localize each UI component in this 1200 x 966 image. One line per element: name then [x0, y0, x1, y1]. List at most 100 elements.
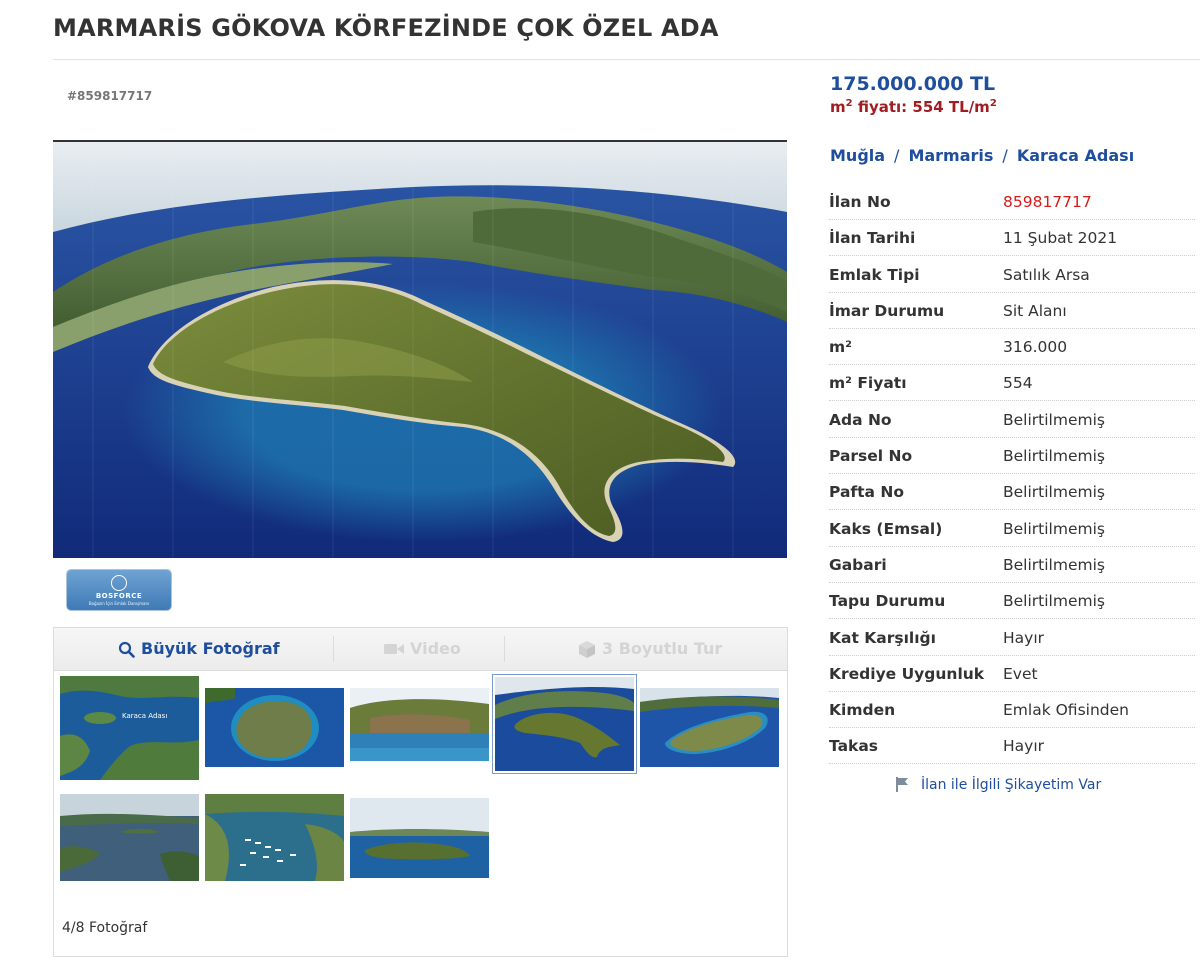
detail-label: Kat Karşılığı — [829, 628, 936, 647]
tab-video: Video — [384, 628, 461, 670]
gallery-tabs: Büyük Fotoğraf Video 3 Boyutlu Tur — [54, 628, 787, 671]
gallery-thumbnail[interactable]: Karaca Adası — [60, 676, 199, 780]
agency-logo[interactable]: BOSFORCE Boğazın İçin Emlak Danışmanı — [67, 570, 171, 610]
detail-value: Belirtilmemiş — [1003, 592, 1105, 611]
photo-counter: 4/8 Fotoğraf — [62, 920, 148, 936]
main-photo[interactable] — [53, 140, 787, 558]
detail-row: Takas Hayır — [829, 729, 1195, 765]
thumbnail-coast-photo — [350, 688, 489, 761]
detail-row: İlan No 859817717 — [829, 185, 1195, 220]
detail-value: Belirtilmemiş — [1003, 410, 1105, 429]
tab-large-photo-label: Büyük Fotoğraf — [141, 639, 280, 658]
agency-logo-mark — [111, 575, 127, 591]
detail-row: Kat Karşılığı Hayır — [829, 621, 1195, 656]
complaint-link-label: İlan ile İlgili Şikayetim Var — [921, 776, 1102, 793]
gallery-thumbnail-selected[interactable] — [492, 674, 637, 774]
tab-large-photo[interactable]: Büyük Fotoğraf — [118, 628, 280, 670]
unit-price-prefix: m — [830, 98, 846, 116]
tab-3d-tour-label: 3 Boyutlu Tur — [602, 639, 723, 658]
detail-row: Ada No Belirtilmemiş — [829, 403, 1195, 438]
detail-label: m² — [829, 338, 852, 357]
detail-row: Krediye Uygunluk Evet — [829, 657, 1195, 692]
gallery-thumbnail[interactable] — [640, 688, 779, 767]
detail-label: İlan Tarihi — [829, 229, 916, 248]
detail-value: 11 Şubat 2021 — [1003, 229, 1118, 248]
thumbnail-aerial-photo — [495, 677, 634, 771]
detail-label: Gabari — [829, 555, 887, 574]
tab-3d-tour: 3 Boyutlu Tur — [578, 628, 722, 670]
page-title: MARMARİS GÖKOVA KÖRFEZİNDE ÇOK ÖZEL ADA — [53, 14, 719, 42]
unit-price-sup2: 2 — [989, 98, 997, 109]
detail-label: Emlak Tipi — [829, 265, 920, 284]
gallery-thumbnail[interactable] — [205, 688, 344, 767]
detail-label: Pafta No — [829, 483, 905, 502]
detail-value: Sit Alanı — [1003, 301, 1067, 320]
video-camera-icon — [384, 644, 404, 654]
detail-label: İlan No — [829, 193, 891, 211]
thumbnail-island-photo — [640, 688, 779, 767]
detail-label: Kimden — [829, 701, 896, 720]
detail-value: 859817717 — [1003, 193, 1092, 211]
flag-icon — [896, 777, 908, 792]
gallery-thumbnail[interactable] — [350, 798, 489, 878]
thumbnail-marina-photo — [205, 794, 344, 881]
breadcrumb-district[interactable]: Marmaris — [908, 146, 993, 165]
detail-row: Tapu Durumu Belirtilmemiş — [829, 584, 1195, 620]
detail-label: Takas — [829, 737, 879, 756]
thumbnail-map-label: Karaca Adası — [122, 712, 167, 720]
detail-value: Belirtilmemiş — [1003, 447, 1105, 466]
thumbnail-bay-photo — [60, 794, 199, 881]
agency-logo-name: BOSFORCE — [95, 592, 143, 600]
magnifier-icon — [118, 641, 135, 658]
detail-label: Parsel No — [829, 447, 913, 466]
unit-price-sup: 2 — [845, 98, 853, 109]
thumbnail-top-view-photo — [205, 688, 344, 767]
detail-label: Tapu Durumu — [829, 592, 946, 611]
agency-logo-slogan: Boğazın İçin Emlak Danışmanı — [88, 601, 150, 606]
tab-video-label: Video — [410, 639, 461, 658]
detail-row: Kimden Emlak Ofisinden — [829, 693, 1195, 729]
detail-row: İmar Durumu Sit Alanı — [829, 294, 1195, 329]
detail-row: Gabari Belirtilmemiş — [829, 548, 1195, 583]
breadcrumb-separator: / — [894, 146, 900, 165]
detail-value: Satılık Arsa — [1003, 265, 1090, 284]
detail-row: Kaks (Emsal) Belirtilmemiş — [829, 512, 1195, 547]
complaint-link[interactable]: İlan ile İlgili Şikayetim Var — [895, 776, 1101, 793]
detail-value: Emlak Ofisinden — [1003, 701, 1129, 720]
detail-row: m² 316.000 — [829, 330, 1195, 366]
gallery-thumbnail[interactable] — [60, 794, 199, 881]
detail-row: Emlak Tipi Satılık Arsa — [829, 258, 1195, 293]
detail-value: Belirtilmemiş — [1003, 483, 1105, 502]
detail-label: m² Fiyatı — [829, 374, 907, 393]
detail-value: 316.000 — [1003, 338, 1068, 357]
detail-row: m² Fiyatı 554 — [829, 366, 1195, 402]
breadcrumb-city[interactable]: Muğla — [830, 146, 885, 165]
detail-value: 554 — [1003, 374, 1033, 393]
detail-row: Parsel No Belirtilmemiş — [829, 439, 1195, 475]
thumbnail-map-photo: Karaca Adası — [60, 676, 199, 780]
detail-label: İmar Durumu — [829, 301, 945, 320]
tab-divider — [504, 636, 505, 662]
detail-label: Krediye Uygunluk — [829, 664, 985, 683]
breadcrumb-neighborhood[interactable]: Karaca Adası — [1017, 146, 1134, 165]
detail-label: Ada No — [829, 410, 892, 429]
unit-price-text: fiyatı: 554 TL/m — [852, 98, 990, 116]
detail-value: Belirtilmemiş — [1003, 555, 1105, 574]
detail-row: İlan Tarihi 11 Şubat 2021 — [829, 221, 1195, 257]
location-breadcrumb: Muğla / Marmaris / Karaca Adası — [830, 146, 1134, 165]
detail-row: Pafta No Belirtilmemiş — [829, 475, 1195, 511]
gallery-thumbnail[interactable] — [350, 688, 489, 761]
cube-3d-icon — [579, 640, 595, 658]
thumbnail-island-horizon-photo — [350, 798, 489, 878]
detail-value: Hayır — [1003, 737, 1045, 756]
detail-label: Kaks (Emsal) — [829, 519, 943, 538]
unit-price: m2 fiyatı: 554 TL/m2 — [830, 98, 997, 116]
gallery-thumbnail[interactable] — [205, 794, 344, 881]
listing-id-label: #859817717 — [67, 89, 153, 103]
detail-value: Belirtilmemiş — [1003, 519, 1105, 538]
breadcrumb-separator: / — [1002, 146, 1008, 165]
island-aerial-photo — [53, 142, 787, 558]
detail-value: Hayır — [1003, 628, 1045, 647]
tab-divider — [333, 636, 334, 662]
listing-details: İlan No 859817717 İlan Tarihi 11 Şubat 202… — [829, 185, 1195, 766]
